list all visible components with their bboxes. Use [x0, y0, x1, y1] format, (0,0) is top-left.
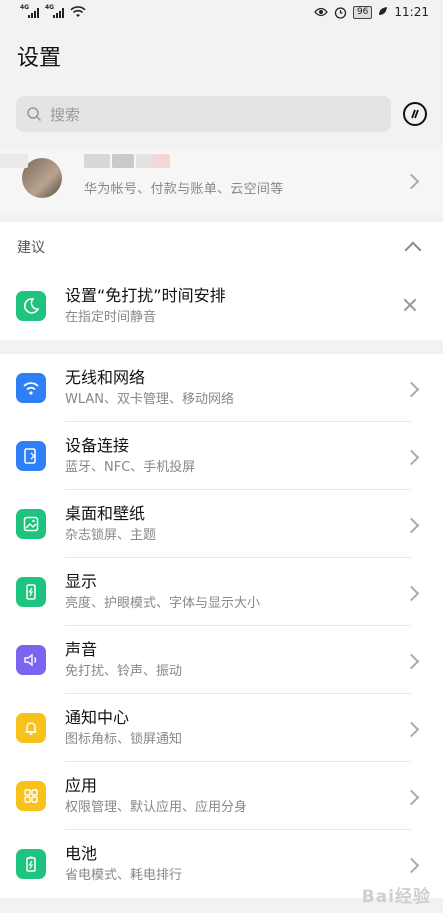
chevron-right-icon: [403, 381, 420, 398]
settings-item-apps[interactable]: 应用 权限管理、默认应用、应用分身: [0, 762, 443, 830]
device-connect-icon: [16, 441, 46, 471]
chevron-up-icon[interactable]: [404, 241, 422, 259]
settings-item-title: 声音: [65, 640, 98, 659]
chevron-right-icon: [403, 449, 420, 466]
suggestion-item[interactable]: 设置“免打扰”时间安排 在指定时间静音: [0, 272, 443, 340]
settings-item-wireless-network[interactable]: 无线和网络 WLAN、双卡管理、移动网络: [0, 354, 443, 422]
settings-item-device-connection[interactable]: 设备连接 蓝牙、NFC、手机投屏: [0, 422, 443, 490]
settings-item-title: 显示: [65, 572, 98, 591]
account-subtitle: 华为帐号、付款与账单、云空间等: [84, 182, 284, 197]
search-input[interactable]: 搜索: [16, 96, 391, 132]
suggestion-title: 设置“免打扰”时间安排: [65, 286, 226, 305]
settings-item-subtitle: 免打扰、铃声、振动: [65, 664, 183, 679]
status-bar: 4G 4G 96 11:21: [0, 0, 443, 24]
status-right: 96 11:21: [314, 5, 429, 19]
moon-icon: [16, 291, 46, 321]
chevron-right-icon: [403, 173, 420, 190]
settings-item-title: 应用: [65, 776, 98, 795]
settings-item-display[interactable]: 显示 亮度、护眼模式、字体与显示大小: [0, 558, 443, 626]
settings-item-subtitle: 权限管理、默认应用、应用分身: [65, 800, 248, 815]
suggestion-header[interactable]: 建议: [0, 222, 443, 272]
avatar: [22, 158, 62, 198]
clock: 11:21: [394, 5, 429, 19]
settings-item-title: 设备连接: [65, 436, 130, 455]
settings-item-notifications[interactable]: 通知中心 图标角标、锁屏通知: [0, 694, 443, 762]
watermark: Bai经验: [361, 887, 431, 907]
settings-item-subtitle: 图标角标、锁屏通知: [65, 732, 183, 747]
leaf-icon: [379, 7, 388, 15]
huawei-assistant-icon[interactable]: [403, 102, 427, 126]
settings-item-wallpaper[interactable]: 桌面和壁纸 杂志锁屏、主题: [0, 490, 443, 558]
chevron-right-icon: [403, 789, 420, 806]
settings-item-title: 无线和网络: [65, 368, 146, 387]
page-title: 设置: [17, 46, 62, 71]
bell-icon: [16, 713, 46, 743]
search-icon: [27, 107, 42, 122]
chevron-right-icon: [403, 585, 420, 602]
apps-icon: [16, 781, 46, 811]
settings-list: 无线和网络 WLAN、双卡管理、移动网络 设备连接 蓝牙、NFC、手机投屏 桌面…: [0, 354, 443, 898]
suggestion-subtitle: 在指定时间静音: [65, 310, 157, 325]
wallpaper-icon: [16, 509, 46, 539]
search-placeholder: 搜索: [50, 105, 81, 124]
chevron-right-icon: [403, 721, 420, 738]
battery-icon: [16, 849, 46, 879]
settings-item-subtitle: 蓝牙、NFC、手机投屏: [65, 460, 196, 475]
alarm-icon: [334, 6, 347, 19]
settings-item-subtitle: 杂志锁屏、主题: [65, 528, 157, 543]
display-icon: [16, 577, 46, 607]
eye-icon: [314, 7, 328, 17]
chevron-right-icon: [403, 517, 420, 534]
signal-icon: 4G: [45, 4, 64, 18]
signal-icon: 4G: [20, 4, 39, 18]
signal-group: 4G 4G: [20, 4, 86, 18]
account-row[interactable]: 华为帐号、付款与账单、云空间等: [0, 150, 443, 212]
settings-item-subtitle: 省电模式、耗电排行: [65, 868, 183, 883]
close-icon[interactable]: [403, 298, 417, 312]
settings-item-title: 桌面和壁纸: [65, 504, 146, 523]
sound-icon: [16, 645, 46, 675]
settings-item-subtitle: 亮度、护眼模式、字体与显示大小: [65, 596, 261, 611]
suggestion-label: 建议: [17, 240, 45, 256]
wifi-status-icon: [70, 6, 86, 17]
settings-item-title: 电池: [65, 844, 98, 863]
suggestion-card: 建议 设置“免打扰”时间安排 在指定时间静音: [0, 222, 443, 340]
chevron-right-icon: [403, 857, 420, 874]
battery-level: 96: [352, 5, 373, 19]
settings-item-sound[interactable]: 声音 免打扰、铃声、振动: [0, 626, 443, 694]
wifi-icon: [16, 373, 46, 403]
settings-item-title: 通知中心: [65, 708, 130, 727]
search-row: 搜索: [0, 88, 443, 140]
settings-item-subtitle: WLAN、双卡管理、移动网络: [65, 392, 235, 407]
chevron-right-icon: [403, 653, 420, 670]
